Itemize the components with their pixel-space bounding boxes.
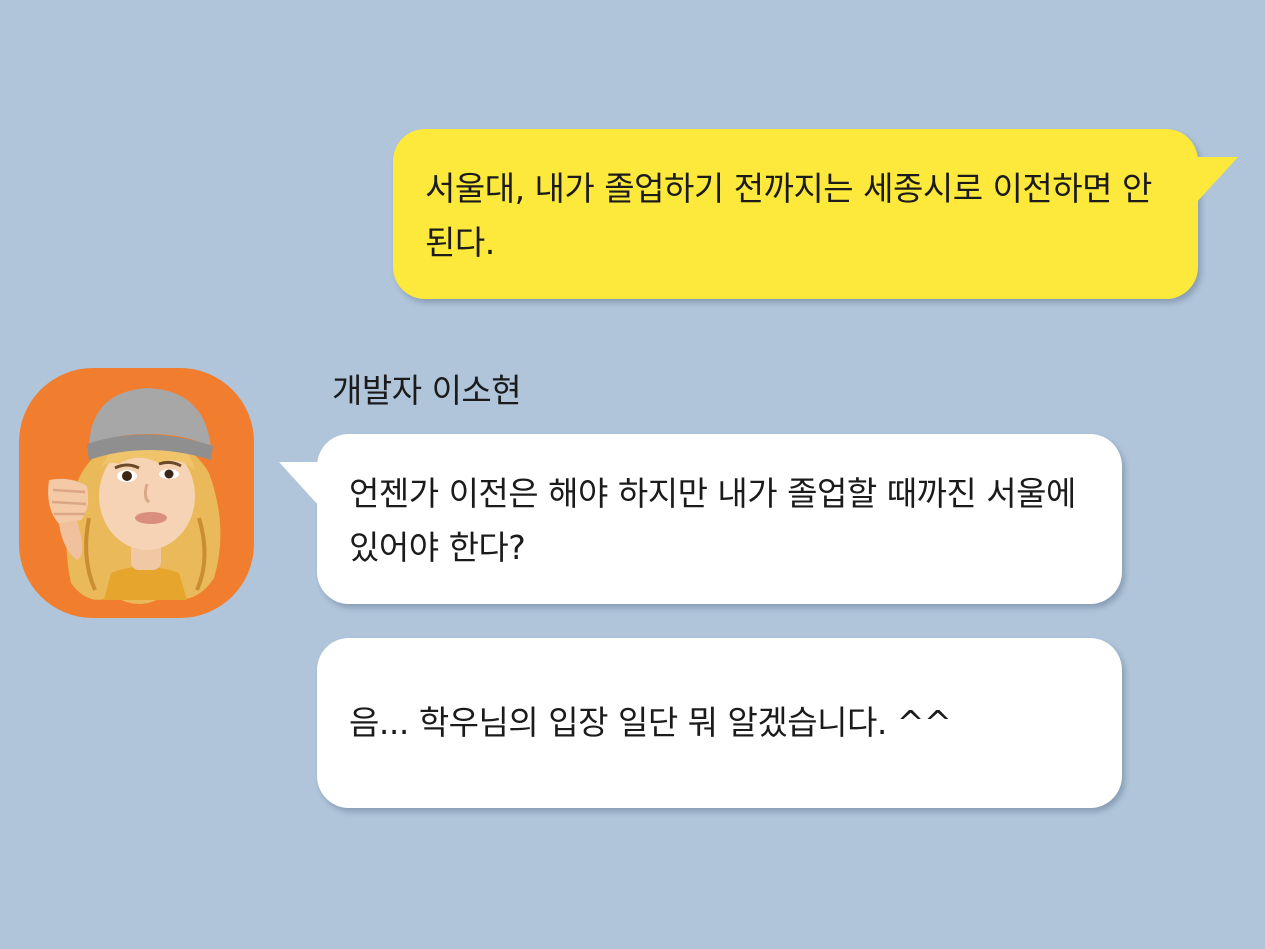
incoming-bubble-tail xyxy=(279,462,319,506)
incoming-message-text: 음... 학우님의 입장 일단 뭐 알겠습니다. ^^ xyxy=(349,703,952,742)
incoming-message-text: 언젠가 이전은 해야 하지만 내가 졸업할 때까진 서울에 있어야 한다? xyxy=(349,474,1076,567)
chat-view: 서울대, 내가 졸업하기 전까지는 세종시로 이전하면 안 된다. 개발자 이소… xyxy=(0,0,1265,949)
outgoing-message-bubble[interactable]: 서울대, 내가 졸업하기 전까지는 세종시로 이전하면 안 된다. xyxy=(393,129,1238,299)
sender-avatar[interactable] xyxy=(19,368,254,618)
sender-name: 개발자 이소현 xyxy=(332,371,522,410)
incoming-message-bubble[interactable]: 언젠가 이전은 해야 하지만 내가 졸업할 때까진 서울에 있어야 한다? xyxy=(279,434,1122,604)
incoming-message-bubble[interactable]: 음... 학우님의 입장 일단 뭐 알겠습니다. ^^ xyxy=(317,638,1122,808)
outgoing-bubble-tail xyxy=(1196,157,1238,203)
memoji-thumbs-down-icon xyxy=(48,388,221,604)
outgoing-message-text: 서울대, 내가 졸업하기 전까지는 세종시로 이전하면 안 된다. xyxy=(425,169,1152,262)
